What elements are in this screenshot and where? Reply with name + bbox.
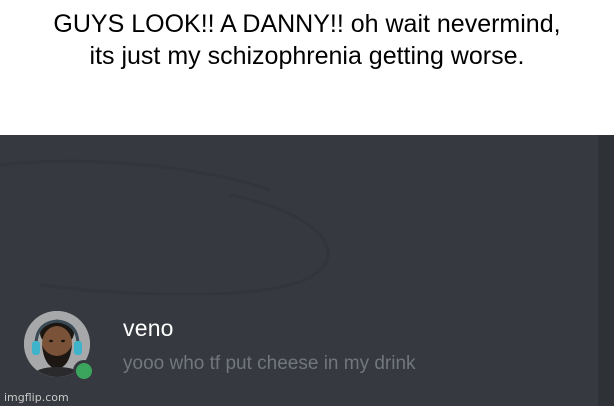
scrollbar[interactable] [598, 135, 614, 406]
faint-background-artifact [0, 159, 330, 295]
meme-image: GUYS LOOK!! A DANNY!! oh wait nevermind,… [0, 0, 614, 406]
message-content: yooo who tf put cheese in my drink [123, 353, 416, 374]
caption-line-1: GUYS LOOK!! A DANNY!! oh wait nevermind, [53, 10, 561, 38]
chat-screenshot: veno yooo who tf put cheese in my drink [0, 135, 614, 406]
imgflip-watermark: imgflip.com [4, 391, 69, 404]
message-username[interactable]: veno [123, 315, 174, 342]
caption-line-2: its just my schizophrenia getting worse. [89, 42, 525, 70]
chat-message: veno yooo who tf put cheese in my drink [24, 311, 584, 382]
meme-caption: GUYS LOOK!! A DANNY!! oh wait nevermind,… [0, 8, 614, 72]
online-status-icon [73, 360, 95, 382]
